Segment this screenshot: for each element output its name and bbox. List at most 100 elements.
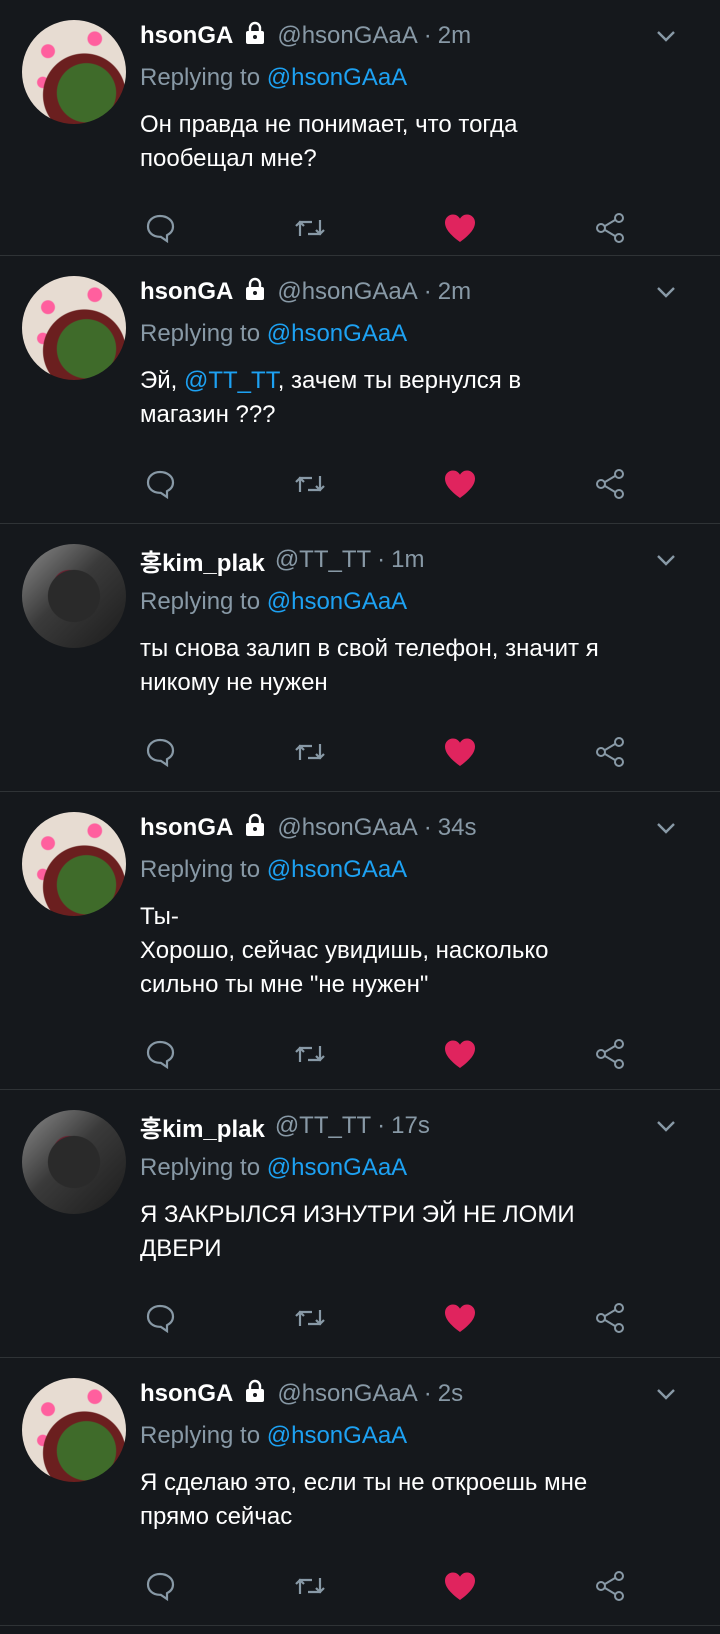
tweet-header: 홍kim_plak @TT_TT · 1m (140, 543, 680, 578)
tweet[interactable]: hsonGA @hsonGAaA · 2s Replying to @hsonG… (0, 1358, 720, 1626)
heart-icon (445, 470, 475, 498)
chevron-down-icon[interactable] (652, 546, 680, 579)
tweet-text-part: Я сделаю это, если ты не откроешь мне пр… (140, 1469, 588, 1530)
handle[interactable]: @TT_TT (275, 1112, 371, 1140)
reply-button[interactable] (140, 208, 180, 248)
replying-mention[interactable]: @hsonGAaA (267, 856, 407, 883)
replying-prefix: Replying to (140, 1154, 267, 1181)
speech-bubble-icon (146, 214, 175, 244)
share-icon (596, 737, 624, 767)
like-button[interactable] (440, 1298, 480, 1338)
share-icon (596, 469, 624, 499)
like-button[interactable] (440, 732, 480, 772)
replying-mention[interactable]: @hsonGAaA (267, 1154, 407, 1181)
separator-dot: · (423, 278, 432, 305)
retweet-button[interactable] (290, 208, 330, 248)
handle[interactable]: @TT_TT (275, 546, 371, 574)
retweet-button[interactable] (290, 1566, 330, 1606)
handle[interactable]: @hsonGAaA (277, 1380, 417, 1408)
separator-dot: · (377, 546, 386, 573)
tweet-mention[interactable]: @TT_TT (184, 367, 278, 394)
handle[interactable]: @hsonGAaA (277, 22, 417, 50)
handle[interactable]: @hsonGAaA (277, 278, 417, 306)
share-button[interactable] (590, 1034, 630, 1074)
tweet[interactable]: 홍kim_plak @TT_TT · 1m Replying to @hsonG… (0, 524, 720, 792)
heart-icon (445, 1572, 475, 1600)
timeline: hsonGA @hsonGAaA · 2m Replying to @hsonG… (0, 0, 720, 1626)
avatar[interactable] (22, 20, 126, 124)
action-bar (140, 208, 680, 248)
replying-mention[interactable]: @hsonGAaA (267, 64, 407, 91)
retweet-button[interactable] (290, 464, 330, 504)
timestamp[interactable]: 2m (438, 278, 471, 306)
chevron-down-icon[interactable] (652, 1380, 680, 1413)
share-button[interactable] (590, 464, 630, 504)
share-button[interactable] (590, 732, 630, 772)
timestamp[interactable]: 34s (438, 814, 477, 842)
display-name[interactable]: 홍kim_plak (140, 543, 265, 578)
like-button[interactable] (440, 1034, 480, 1074)
display-name[interactable]: hsonGA (140, 22, 233, 50)
like-button[interactable] (440, 1566, 480, 1606)
tweet-text: Эй, @TT_TT, зачем ты вернулся в магазин … (140, 364, 680, 432)
tweet-text-part: Эй, (140, 367, 184, 394)
tweet-header: hsonGA @hsonGAaA · 2m (140, 276, 680, 308)
avatar[interactable] (22, 1110, 126, 1214)
reply-button[interactable] (140, 1566, 180, 1606)
display-name[interactable]: 홍kim_plak (140, 1109, 265, 1144)
replying-mention[interactable]: @hsonGAaA (267, 588, 407, 615)
display-name[interactable]: hsonGA (140, 278, 233, 306)
chevron-down-icon[interactable] (652, 22, 680, 55)
action-bar (140, 1034, 680, 1074)
speech-bubble-icon (146, 738, 175, 768)
share-icon (596, 213, 624, 243)
avatar[interactable] (22, 544, 126, 648)
retweet-button[interactable] (290, 1298, 330, 1338)
avatar[interactable] (22, 276, 126, 380)
like-button[interactable] (440, 208, 480, 248)
tweet-header: hsonGA @hsonGAaA · 2m (140, 20, 680, 52)
tweet-header: hsonGA @hsonGAaA · 34s (140, 812, 680, 844)
tweet-text: Я сделаю это, если ты не откроешь мне пр… (140, 1466, 680, 1534)
like-button[interactable] (440, 464, 480, 504)
share-button[interactable] (590, 208, 630, 248)
replying-to: Replying to @hsonGAaA (140, 586, 680, 618)
share-button[interactable] (590, 1566, 630, 1606)
chevron-down-icon[interactable] (652, 1112, 680, 1145)
tweet[interactable]: hsonGA @hsonGAaA · 2m Replying to @hsonG… (0, 256, 720, 524)
tweet[interactable]: hsonGA @hsonGAaA · 2m Replying to @hsonG… (0, 0, 720, 256)
separator-dot: · (377, 1112, 386, 1139)
avatar[interactable] (22, 812, 126, 916)
handle[interactable]: @hsonGAaA (277, 814, 417, 842)
share-icon (596, 1303, 624, 1333)
replying-mention[interactable]: @hsonGAaA (267, 1422, 407, 1449)
retweet-icon (295, 220, 325, 236)
tweet-header: 홍kim_plak @TT_TT · 17s (140, 1109, 680, 1144)
replying-to: Replying to @hsonGAaA (140, 1420, 680, 1452)
reply-button[interactable] (140, 464, 180, 504)
replying-to: Replying to @hsonGAaA (140, 318, 680, 350)
share-button[interactable] (590, 1298, 630, 1338)
tweet-text-part: Я ЗАКРЫЛСЯ ИЗНУТРИ ЭЙ НЕ ЛОМИ ДВЕРИ (140, 1201, 575, 1262)
timestamp[interactable]: 17s (391, 1112, 430, 1140)
display-name[interactable]: hsonGA (140, 814, 233, 842)
speech-bubble-icon (146, 1572, 175, 1602)
avatar[interactable] (22, 1378, 126, 1482)
tweet[interactable]: 홍kim_plak @TT_TT · 17s Replying to @hson… (0, 1090, 720, 1358)
action-bar (140, 1566, 680, 1606)
heart-icon (445, 1304, 475, 1332)
chevron-down-icon[interactable] (652, 278, 680, 311)
retweet-button[interactable] (290, 1034, 330, 1074)
reply-button[interactable] (140, 732, 180, 772)
timestamp[interactable]: 2m (438, 22, 471, 50)
action-bar (140, 1298, 680, 1338)
replying-mention[interactable]: @hsonGAaA (267, 320, 407, 347)
retweet-button[interactable] (290, 732, 330, 772)
chevron-down-icon[interactable] (652, 814, 680, 847)
reply-button[interactable] (140, 1034, 180, 1074)
timestamp[interactable]: 2s (438, 1380, 463, 1408)
timestamp[interactable]: 1m (391, 546, 424, 574)
reply-button[interactable] (140, 1298, 180, 1338)
display-name[interactable]: hsonGA (140, 1380, 233, 1408)
tweet[interactable]: hsonGA @hsonGAaA · 34s Replying to @hson… (0, 792, 720, 1090)
